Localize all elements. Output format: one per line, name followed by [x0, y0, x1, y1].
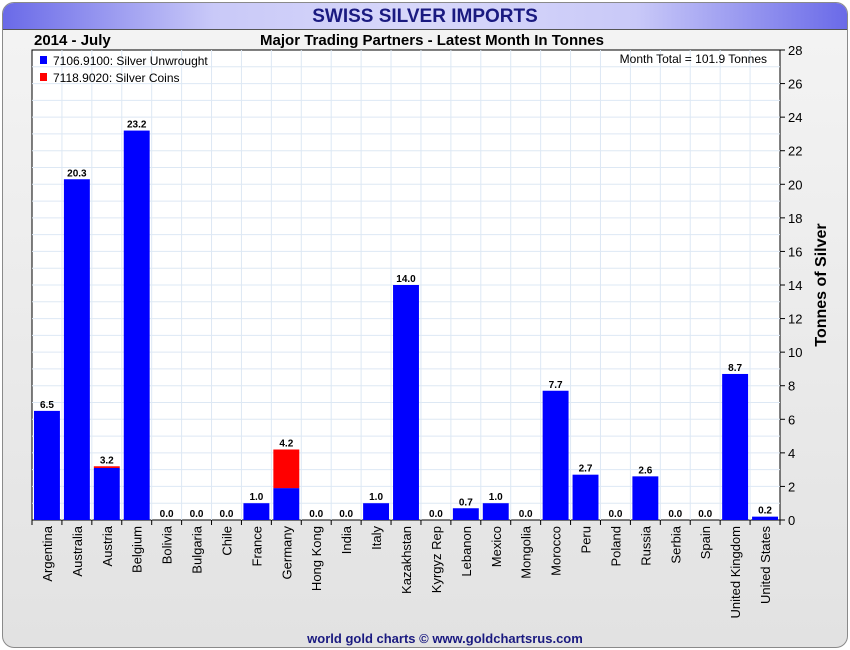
y-tick-label: 16	[788, 244, 802, 259]
data-label: 0.0	[190, 509, 204, 520]
chart-subtitle: Major Trading Partners - Latest Month In…	[260, 32, 604, 49]
x-tick-label: France	[249, 526, 264, 566]
x-tick-label: Italy	[369, 526, 384, 550]
data-label: 2.7	[579, 464, 593, 475]
bar-italy	[363, 503, 390, 520]
bar-russia	[632, 476, 659, 520]
bar-germany	[273, 488, 300, 520]
data-label: 4.2	[279, 439, 293, 450]
x-tick-label: United Kingdom	[728, 526, 743, 619]
x-tick-label: United States	[758, 526, 773, 605]
bar-united-states	[752, 516, 778, 520]
bar-germany	[273, 449, 300, 489]
bar-united-kingdom	[722, 373, 749, 520]
y-axis: 0246810121416182022242628	[780, 43, 802, 528]
y-tick-label: 24	[788, 110, 802, 125]
x-tick-label: Mexico	[489, 526, 504, 567]
y-tick-label: 0	[788, 513, 795, 528]
x-tick-label: India	[339, 525, 354, 554]
chart-svg: 2014 - July Major Trading Partners - Lat…	[31, 32, 830, 646]
x-tick-label: Bulgaria	[190, 525, 205, 573]
bar-morocco	[542, 390, 569, 520]
x-tick-label: Russia	[638, 525, 653, 566]
x-tick-label: Serbia	[668, 525, 683, 563]
data-label: 0.0	[519, 509, 533, 520]
x-tick-label: Peru	[579, 526, 594, 553]
data-label: 1.0	[489, 492, 503, 503]
bar-australia	[63, 179, 90, 520]
y-tick-label: 6	[788, 412, 795, 427]
bar-peru	[572, 474, 599, 520]
data-label: 0.2	[758, 506, 772, 517]
x-axis: Argentina Australia Austria Belgium Bolivia B…	[31, 520, 781, 619]
bar-argentina	[34, 410, 60, 520]
period-label: 2014 - July	[34, 32, 111, 49]
x-tick-label: Mongolia	[519, 525, 534, 579]
data-label: 23.2	[127, 120, 147, 131]
month-total-annotation: Month Total = 101.9 Tonnes	[620, 52, 767, 66]
x-tick-label: Spain	[698, 526, 713, 559]
y-tick-label: 26	[788, 77, 802, 92]
bar-austria	[93, 466, 120, 468]
x-tick-label: Morocco	[549, 526, 564, 576]
legend-swatch	[40, 73, 47, 81]
data-label: 8.7	[728, 363, 742, 374]
x-tick-label: Bolivia	[160, 525, 175, 564]
y-tick-label: 12	[788, 312, 802, 327]
x-tick-label: Kazakhstan	[399, 526, 414, 594]
y-tick-label: 2	[788, 479, 795, 494]
x-tick-label: Hong Kong	[309, 526, 324, 591]
y-tick-label: 18	[788, 211, 802, 226]
data-label: 0.0	[698, 509, 712, 520]
y-tick-label: 14	[788, 278, 802, 293]
x-tick-label: Australia	[70, 525, 85, 576]
data-label: 0.0	[220, 509, 234, 520]
data-label: 20.3	[67, 168, 87, 179]
y-tick-label: 28	[788, 43, 802, 58]
bar-mexico	[482, 503, 509, 520]
y-axis-label: Tonnes of Silver	[813, 223, 830, 346]
x-tick-label: Lebanon	[459, 526, 474, 577]
x-tick-label: Belgium	[130, 526, 145, 573]
y-tick-label: 10	[788, 345, 802, 360]
data-label: 1.0	[369, 492, 383, 503]
data-label: 0.0	[429, 509, 443, 520]
x-tick-label: Austria	[100, 525, 115, 566]
data-label: 7.7	[549, 380, 563, 391]
data-label: 0.0	[309, 509, 323, 520]
legend-label: 7106.9100: Silver Unwrought	[53, 54, 208, 68]
data-label: 0.0	[668, 509, 682, 520]
bar-austria	[93, 467, 120, 520]
x-tick-label: Argentina	[40, 525, 55, 581]
bar-kazakhstan	[393, 285, 419, 520]
bar-lebanon	[452, 508, 479, 520]
bar-france	[243, 503, 270, 520]
x-tick-label: Kyrgyz Rep	[429, 526, 444, 593]
y-tick-label: 20	[788, 177, 802, 192]
data-label: 0.0	[608, 509, 622, 520]
x-tick-label: Poland	[608, 526, 623, 566]
data-label: 14.0	[396, 274, 416, 285]
data-label: 0.7	[459, 497, 473, 508]
y-tick-label: 8	[788, 379, 795, 394]
data-label: 0.0	[339, 509, 353, 520]
data-label: 1.0	[249, 492, 263, 503]
y-tick-label: 22	[788, 144, 802, 159]
footer-credit: world gold charts © www.goldchartsrus.co…	[306, 631, 583, 646]
data-label: 6.5	[40, 400, 54, 411]
x-tick-label: Germany	[279, 526, 294, 580]
legend-label: 7118.9020: Silver Coins	[53, 71, 180, 85]
data-label: 3.2	[100, 455, 114, 466]
legend-swatch	[40, 56, 47, 64]
bar-belgium	[123, 130, 150, 521]
x-tick-label: Chile	[219, 526, 234, 556]
data-label: 2.6	[638, 465, 652, 476]
y-tick-label: 4	[788, 446, 795, 461]
data-label: 0.0	[160, 509, 174, 520]
